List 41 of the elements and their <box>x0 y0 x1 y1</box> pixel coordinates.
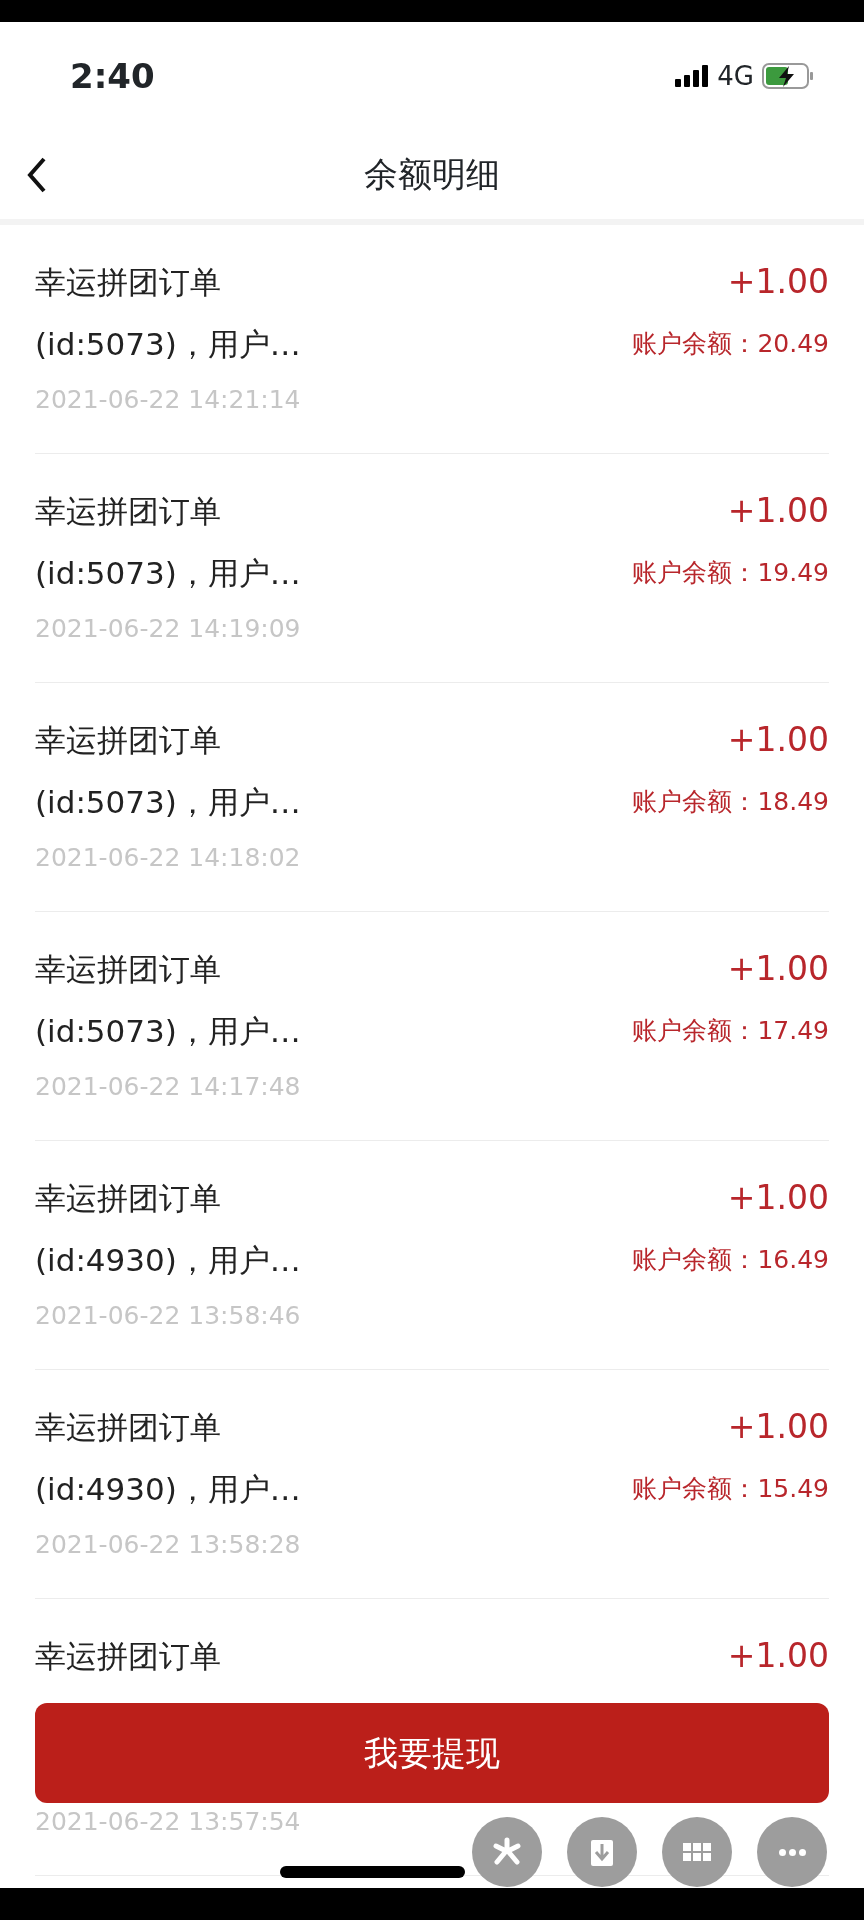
record-amount: +1.00 <box>726 1177 829 1219</box>
record-balance: 账户余额：19.49 <box>632 557 829 589</box>
record-time: 2021-06-22 13:58:46 <box>35 1300 301 1332</box>
record-amount: +1.00 <box>726 948 829 990</box>
record-time: 2021-06-22 13:58:28 <box>35 1529 301 1561</box>
record-balance: 账户余额：17.49 <box>632 1015 829 1047</box>
record-balance: 账户余额：16.49 <box>632 1244 829 1276</box>
record-detail: (id:5073)，用户… <box>35 325 301 364</box>
record-title: 幸运拼团订单 <box>35 721 222 760</box>
record-time: 2021-06-22 13:57:54 <box>35 1806 301 1838</box>
signal-icon <box>675 65 710 87</box>
record-amount: +1.00 <box>726 719 829 761</box>
more-icon <box>778 1848 806 1856</box>
record-balance: 账户余额：20.49 <box>632 328 829 360</box>
battery-charging-icon <box>762 63 814 89</box>
record-title: 幸运拼团订单 <box>35 263 222 302</box>
record-amount: +1.00 <box>727 1635 829 1677</box>
record-amount: +1.00 <box>726 261 829 303</box>
record-time: 2021-06-22 14:18:02 <box>35 842 301 874</box>
record-title: 幸运拼团订单 <box>35 950 222 989</box>
record-title: 幸运拼团订单 <box>35 1637 222 1676</box>
record-balance: 账户余额：15.49 <box>632 1473 829 1505</box>
record-amount: +1.00 <box>726 1406 829 1448</box>
status-time: 2:40 <box>70 54 155 98</box>
record-time: 2021-06-22 14:17:48 <box>35 1071 301 1103</box>
record-detail: (id:5073)，用户… <box>35 1012 301 1051</box>
record-time: 2021-06-22 14:19:09 <box>35 613 301 645</box>
record-title: 幸运拼团订单 <box>35 1408 222 1447</box>
withdraw-button[interactable]: 我要提现 <box>35 1703 829 1803</box>
page-title: 余额明细 <box>364 153 500 196</box>
home-indicator[interactable] <box>280 1866 465 1878</box>
record-detail: (id:4930)，用户… <box>35 1470 301 1509</box>
record-title: 幸运拼团订单 <box>35 1179 222 1218</box>
record-detail: (id:5073)，用户… <box>35 554 301 593</box>
record-title: 幸运拼团订单 <box>35 492 222 531</box>
record-balance: 账户余额：18.49 <box>632 786 829 818</box>
record-detail: (id:4930)，用户… <box>35 1241 301 1280</box>
record-detail: (id:5073)，用户… <box>35 783 301 822</box>
network-label: 4G <box>717 59 754 93</box>
record-time: 2021-06-22 14:21:14 <box>35 384 301 416</box>
record-amount: +1.00 <box>726 490 829 532</box>
